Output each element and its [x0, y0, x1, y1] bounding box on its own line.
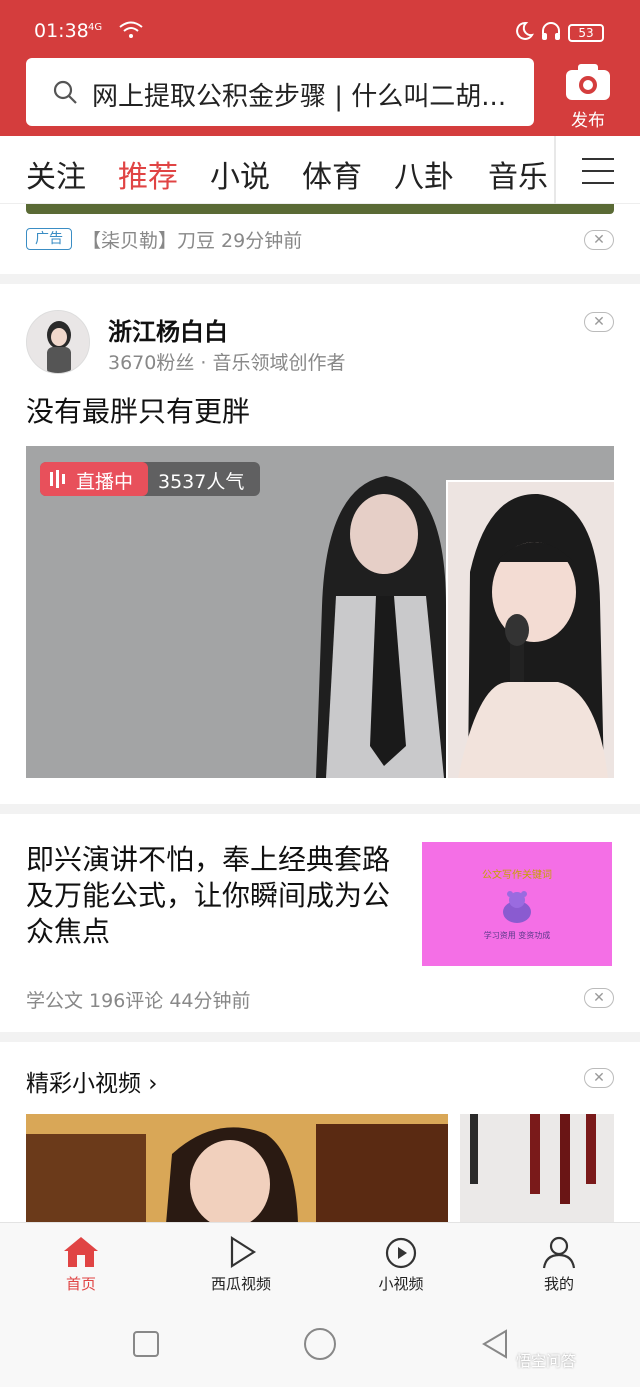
camera-icon [566, 64, 610, 100]
author-meta: 3670粉丝 · 音乐领域创作者 [108, 352, 346, 374]
ad-tag: 广告 [26, 228, 72, 250]
section-separator [0, 804, 640, 814]
nav-short-video-label: 小视频 [378, 1275, 424, 1293]
pip-streamer-image [448, 482, 614, 778]
thumbnail-subtitle: 学习资用 变资功成 [483, 931, 551, 940]
short-video-thumbnail[interactable] [460, 1114, 614, 1224]
ad-image[interactable] [26, 204, 614, 214]
tab-gossip[interactable]: 八卦 [394, 152, 454, 196]
network-indicator: 4G [88, 22, 103, 33]
dismiss-article-icon[interactable]: ✕ [584, 988, 614, 1008]
home-icon [64, 1237, 98, 1267]
short-videos-title[interactable]: 精彩小视频 › [26, 1064, 158, 1098]
article-title[interactable]: 即兴演讲不怕，奉上经典套路及万能公式，让你瞬间成为公众焦点 [26, 842, 398, 950]
nav-home-label: 首页 [65, 1275, 96, 1293]
play-icon [230, 1235, 257, 1269]
search-query: 网上提取公积金步骤 | 什么叫二胡... [92, 82, 507, 112]
back-button-icon[interactable] [480, 1329, 510, 1359]
nav-home[interactable]: 首页 [36, 1235, 126, 1294]
nav-xigua-video[interactable]: 西瓜视频 [196, 1235, 286, 1294]
pip-video[interactable] [446, 480, 614, 778]
bottom-navigation: 首页 西瓜视频 小视频 我的 [0, 1222, 640, 1306]
article-meta: 学公文 196评论 44分钟前 [26, 990, 251, 1012]
battery-indicator: 53 [568, 24, 604, 42]
tab-recommend[interactable]: 推荐 [118, 152, 178, 196]
short-video-image [460, 1114, 614, 1224]
short-video-image [26, 1114, 448, 1224]
category-tabs: 关注 推荐 小说 体育 八卦 音乐 [0, 136, 640, 204]
live-bars-icon [50, 470, 65, 488]
dismiss-ad-icon[interactable]: ✕ [584, 230, 614, 250]
short-video-icon [385, 1237, 417, 1269]
header-bar: 01:38 4G 53 网上提取公积金步骤 | 什么叫二胡... 发布 [0, 0, 640, 136]
article-thumbnail[interactable]: 公文写作关键词 学习资用 变资功成 [422, 842, 612, 966]
watermark: 悟空问答 [516, 1352, 577, 1370]
dismiss-videos-icon[interactable]: ✕ [584, 1068, 614, 1088]
nav-profile-label: 我的 [543, 1275, 574, 1293]
tab-music[interactable]: 音乐 [488, 152, 548, 196]
thumbnail-bear-icon [503, 891, 531, 923]
do-not-disturb-icon [516, 21, 534, 40]
status-bar: 01:38 4G 53 [0, 0, 640, 60]
popularity-count: 3537人气 [158, 471, 245, 493]
ad-source: 【柒贝勒】刀豆 29分钟前 [82, 230, 303, 252]
section-separator [0, 274, 640, 284]
home-button-icon[interactable] [303, 1327, 337, 1361]
tab-novel[interactable]: 小说 [210, 152, 270, 196]
search-box[interactable]: 网上提取公积金步骤 | 什么叫二胡... [26, 58, 534, 126]
avatar[interactable] [26, 310, 90, 374]
section-separator [0, 1032, 640, 1042]
avatar-figure-icon [27, 311, 89, 373]
tabs-divider [554, 136, 556, 204]
search-icon [53, 80, 77, 104]
nav-xigua-label: 西瓜视频 [210, 1275, 271, 1293]
profile-icon [542, 1236, 576, 1269]
short-video-thumbnail[interactable] [26, 1114, 448, 1224]
nav-profile[interactable]: 我的 [514, 1235, 604, 1294]
tab-sports[interactable]: 体育 [302, 152, 362, 196]
wifi-icon [119, 21, 143, 38]
nav-short-video[interactable]: 小视频 [356, 1235, 446, 1294]
thumbnail-title: 公文写作关键词 [482, 870, 552, 881]
author-name[interactable]: 浙江杨白白 [108, 312, 228, 347]
app-screen: 01:38 4G 53 网上提取公积金步骤 | 什么叫二胡... 发布 关注 推… [0, 0, 640, 1387]
tab-follow[interactable]: 关注 [26, 152, 86, 196]
live-badge: 直播中 3537人气 [40, 462, 260, 496]
publish-label: 发布 [571, 111, 605, 131]
hamburger-menu-icon[interactable] [582, 158, 614, 184]
system-navigation-bar [0, 1306, 640, 1387]
headset-icon [542, 22, 560, 40]
live-label: 直播中 [76, 471, 134, 493]
publish-button[interactable]: 发布 [560, 62, 616, 132]
recent-apps-icon[interactable] [132, 1330, 160, 1358]
clock: 01:38 [34, 20, 89, 42]
ad-meta: 广告 【柒贝勒】刀豆 29分钟前 ✕ [26, 226, 614, 254]
post-title[interactable]: 没有最胖只有更胖 [26, 390, 250, 430]
dismiss-post-icon[interactable]: ✕ [584, 312, 614, 332]
live-stream-preview[interactable]: 直播中 3537人气 [26, 446, 614, 778]
